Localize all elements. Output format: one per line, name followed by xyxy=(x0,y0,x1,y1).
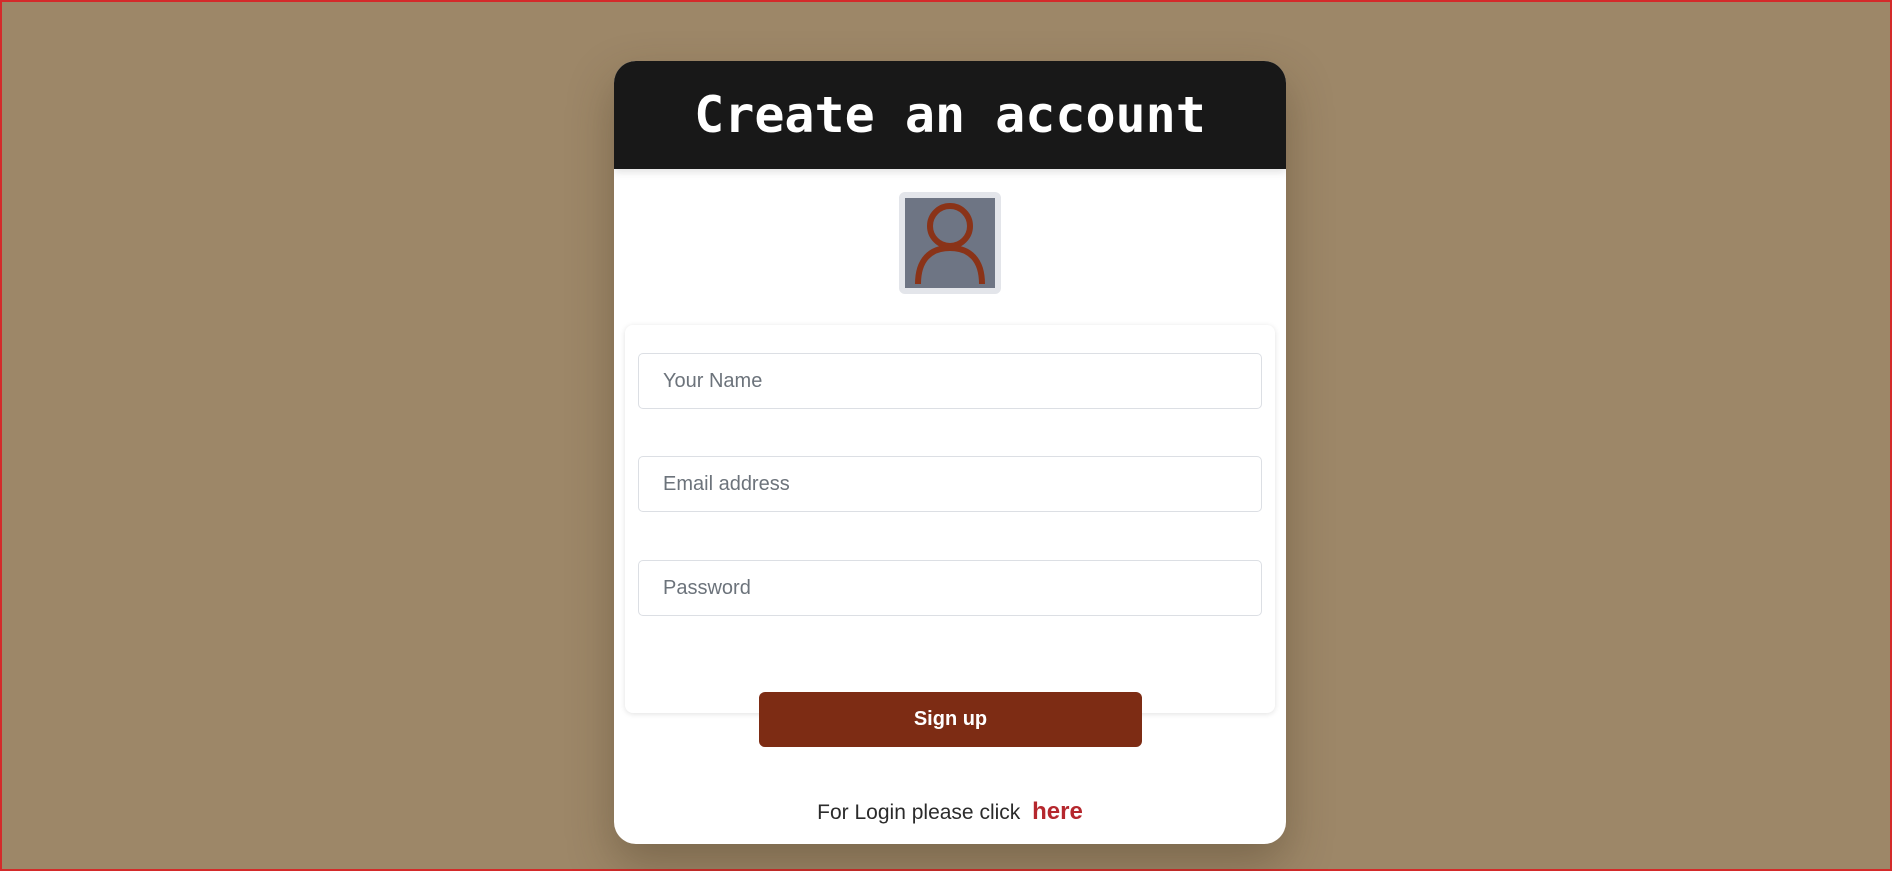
avatar xyxy=(899,192,1001,294)
card-header: Create an account xyxy=(614,61,1286,169)
signup-button[interactable]: Sign up xyxy=(759,692,1142,747)
signup-card: Create an account Sign up For Login plea… xyxy=(614,61,1286,844)
login-prompt: For Login please click here xyxy=(614,798,1286,826)
login-prompt-text: For Login please click xyxy=(817,801,1021,824)
password-input[interactable] xyxy=(638,560,1262,616)
login-link[interactable]: here xyxy=(1032,798,1083,825)
signup-form xyxy=(625,325,1275,713)
name-input[interactable] xyxy=(638,353,1262,409)
user-icon xyxy=(915,203,985,284)
email-input[interactable] xyxy=(638,456,1262,512)
page-title: Create an account xyxy=(694,86,1206,144)
